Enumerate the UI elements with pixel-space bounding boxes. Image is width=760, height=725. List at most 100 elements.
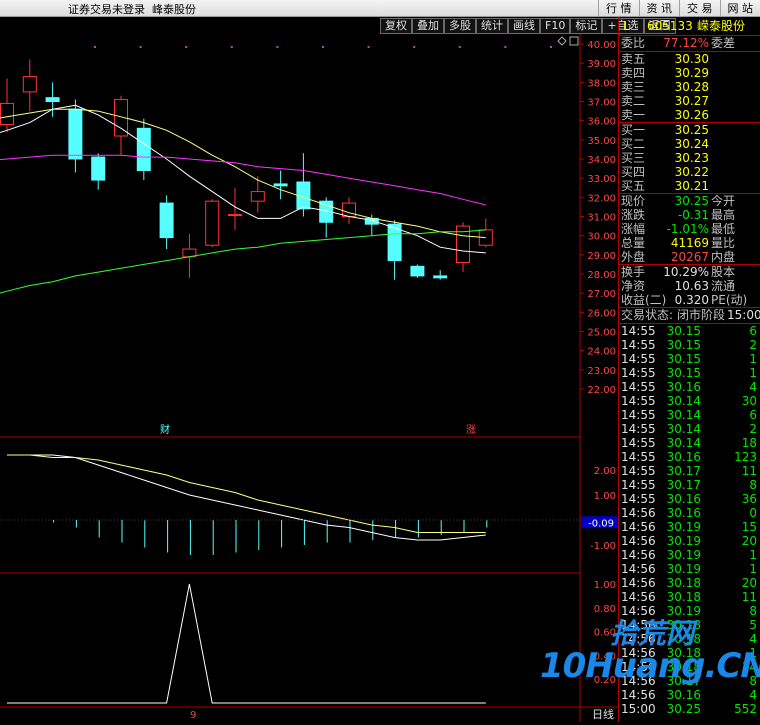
toolbar-mark-button[interactable]: 标记: [570, 18, 602, 34]
stock-chart-svg[interactable]: 40.0039.0038.0037.0036.0035.0034.0033.00…: [0, 17, 618, 722]
title-bar: 证券交易未登录 峰泰股份 行 情 资 讯 交 易 网 站: [0, 0, 760, 17]
tick-price: 30.19: [667, 604, 701, 618]
toolbar-draw-line-button[interactable]: 画线: [508, 18, 540, 34]
price-axis-label: 23.00: [587, 366, 616, 377]
marker-cai: 财: [160, 423, 170, 436]
macd-dif-line: [7, 455, 486, 540]
quote-row-label: 总量: [621, 236, 645, 250]
bid-row-label: 买五: [621, 179, 645, 193]
tick-row: 15:0030.25552: [619, 702, 760, 716]
toolbar-multi-stock-button[interactable]: 多股: [444, 18, 476, 34]
price-axis-label: 33.00: [587, 174, 616, 185]
tick-time: 14:55: [621, 338, 656, 352]
toolbar-restore-right-button[interactable]: 复权: [380, 18, 412, 34]
toolbar-stats-button[interactable]: 统计: [476, 18, 508, 34]
candle-body: [69, 109, 82, 159]
status-value: 闭市阶段: [677, 308, 725, 323]
menu-website[interactable]: 网 站: [720, 0, 760, 16]
tick-time: 14:55: [621, 352, 656, 366]
finance-row-extra: PE(动): [711, 293, 747, 307]
event-dot: [94, 46, 96, 48]
tick-price: 30.14: [667, 436, 701, 450]
price-axis-label: 37.00: [587, 98, 616, 109]
menu-trade[interactable]: 交 易: [679, 0, 720, 16]
tick-row: 14:5530.1711: [619, 464, 760, 478]
tick-volume: 20: [742, 534, 757, 548]
tick-volume: 20: [742, 576, 757, 590]
chart-area[interactable]: 40.0039.0038.0037.0036.0035.0034.0033.00…: [0, 17, 618, 722]
menu-news[interactable]: 资 讯: [639, 0, 680, 16]
tick-price: 30.16: [667, 380, 701, 394]
tick-time: 14:55: [621, 464, 656, 478]
event-dot: [459, 46, 461, 48]
quote-list: 现价30.25今开涨跌-0.31最高涨幅-1.01%最低总量41169量比外盘2…: [619, 194, 760, 265]
ask-row-value: 30.29: [675, 66, 709, 80]
weibi-extra: 委差: [711, 36, 735, 50]
trade-status: 交易状态: 闭市阶段 15:00:0: [619, 308, 760, 324]
tick-row: 14:5530.1636: [619, 492, 760, 506]
event-dot: [368, 46, 370, 48]
menu-quotes[interactable]: 行 情: [598, 0, 639, 16]
tick-volume: 2: [749, 338, 757, 352]
status-label: 交易状态:: [621, 308, 673, 323]
finance-row-value: 10.63: [675, 279, 709, 293]
diamond-icon: [558, 37, 566, 45]
toolbar-overlay-button[interactable]: 叠加: [412, 18, 444, 34]
ask-list: 卖五30.30卖四30.29卖三30.28卖二30.27卖一30.26: [619, 52, 760, 123]
bid-row-label: 买三: [621, 151, 645, 165]
tick-row: 14:5530.178: [619, 478, 760, 492]
tick-price: 30.16: [667, 506, 701, 520]
finance-row-label: 净资: [621, 279, 645, 293]
price-axis-label: 36.00: [587, 117, 616, 128]
finance-row-value: 10.29%: [663, 265, 709, 279]
price-axis-label: 28.00: [587, 270, 616, 281]
kdj-axis-label: 0.40: [594, 651, 616, 662]
tick-volume: 30: [742, 394, 757, 408]
tick-volume: 6: [749, 408, 757, 422]
price-axis-label: 32.00: [587, 193, 616, 204]
tick-volume: 18: [742, 436, 757, 450]
tick-row: 14:5630.184: [619, 632, 760, 646]
finance-row: 净资10.63流通: [619, 279, 760, 293]
ask-row-value: 30.30: [675, 52, 709, 66]
quote-row-extra: 最高: [711, 208, 735, 222]
stock-header: L 605133 嵘泰股份: [619, 17, 760, 36]
quote-row-extra: 内盘: [711, 250, 735, 264]
candle-body: [229, 215, 242, 216]
toolbar-f10-button[interactable]: F10: [540, 18, 570, 34]
kdj-line: [7, 584, 486, 703]
tick-volume: 123: [734, 450, 757, 464]
tick-price: 30.18: [667, 632, 701, 646]
tick-time: 14:55: [621, 408, 656, 422]
tick-time: 14:55: [621, 366, 656, 380]
kdj-axis-label: 0.60: [594, 628, 616, 639]
tick-time: 14:55: [621, 324, 656, 338]
tick-price: 30.16: [667, 492, 701, 506]
tick-price: 30.19: [667, 520, 701, 534]
tick-volume: 11: [742, 464, 757, 478]
tick-row: 14:5530.146: [619, 408, 760, 422]
macd-axis-label: 2.00: [594, 466, 616, 477]
price-axis-label: 34.00: [587, 155, 616, 166]
tick-volume: 552: [734, 702, 757, 716]
ask-row: 卖二30.27: [619, 94, 760, 108]
weibi-value: 77.12%: [663, 36, 709, 50]
candle-body: [343, 203, 356, 216]
tick-row: 14:5530.164: [619, 380, 760, 394]
period-label: 日线: [592, 707, 614, 721]
tick-time: 14:56: [621, 590, 656, 604]
tick-time: 14:56: [621, 674, 656, 688]
bid-row-value: 30.23: [675, 151, 709, 165]
event-dot: [140, 46, 142, 48]
tick-time: 14:56: [621, 618, 656, 632]
tick-row: 14:5630.1920: [619, 534, 760, 548]
tick-row: 14:5530.151: [619, 352, 760, 366]
quote-row-value: 41169: [671, 236, 709, 250]
tick-volume: 6: [749, 324, 757, 338]
tick-price: 30.19: [667, 562, 701, 576]
tick-time: 14:56: [621, 604, 656, 618]
tick-row: 14:5630.178: [619, 674, 760, 688]
candle-body: [1, 103, 14, 124]
tick-row: 14:5630.181: [619, 646, 760, 660]
tick-time: 14:56: [621, 688, 656, 702]
